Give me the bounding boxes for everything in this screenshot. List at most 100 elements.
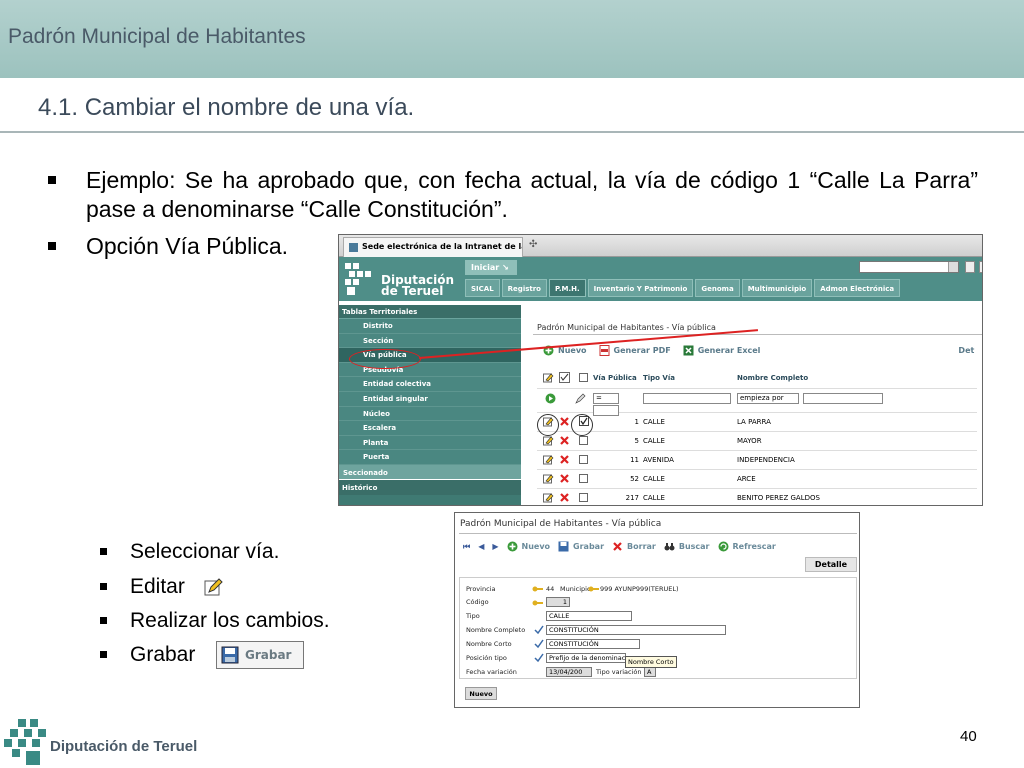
edit-icon[interactable]: [543, 473, 554, 484]
bullet-square: [100, 617, 107, 624]
title-divider: [0, 131, 1024, 133]
table-row[interactable]: 11 AVENIDA INDEPENDENCIA: [537, 451, 977, 470]
filter-op-select[interactable]: =: [593, 393, 619, 404]
col-nombre-completo[interactable]: Nombre Completo: [737, 374, 808, 382]
edit-icon: [204, 578, 223, 596]
posicion-select[interactable]: Prefijo de la denominac: [546, 653, 626, 663]
app-logo-text: Diputación de Teruel: [381, 274, 454, 297]
grabar-label: Grabar: [245, 648, 292, 662]
delete-icon[interactable]: [559, 492, 570, 503]
iniciar-button[interactable]: Iniciar ↘: [465, 260, 517, 275]
tipo-select[interactable]: CALLE: [546, 611, 632, 621]
content-panel: Padrón Municipal de Habitantes - Vía púb…: [521, 305, 982, 505]
top-small-button[interactable]: [979, 261, 982, 273]
row-checkbox[interactable]: [579, 493, 588, 502]
edit-icon[interactable]: [543, 454, 554, 465]
browser-tab-title: Sede electrónica de la Intranet de la...: [362, 242, 523, 251]
nav-tab-genoma[interactable]: Genoma: [695, 279, 740, 297]
row-tipo: CALLE: [643, 475, 665, 483]
sidebar-item-historico[interactable]: Histórico: [339, 479, 521, 495]
row-checkbox[interactable]: [579, 455, 588, 464]
list-toolbar: Nuevo Generar PDF Generar Excel Det: [543, 345, 974, 356]
col-via-publica[interactable]: Vía Pública: [593, 374, 637, 382]
header-checkbox[interactable]: [579, 373, 588, 382]
generar-excel-button[interactable]: Generar Excel: [683, 345, 760, 356]
sidebar-item-nucleo[interactable]: Núcleo: [339, 406, 521, 422]
header-select-all-icon[interactable]: [559, 372, 570, 383]
generar-pdf-button[interactable]: Generar PDF: [599, 345, 671, 356]
nav-tab-multimunicipio[interactable]: Multimunicipio: [741, 279, 813, 297]
favicon-icon: [349, 243, 358, 252]
browser-tab[interactable]: Sede electrónica de la Intranet de la...: [343, 237, 523, 257]
nombre-corto-input[interactable]: CONSTITUCIÓN: [546, 639, 640, 649]
provincia-label: Provincia: [466, 585, 496, 593]
sidebar-item-seccionado[interactable]: Seccionado: [339, 464, 521, 480]
tipo-label: Tipo: [466, 612, 480, 620]
delete-icon[interactable]: [559, 454, 570, 465]
bullet-square: [100, 651, 107, 658]
sub-bullet-edit: Editar: [100, 575, 223, 599]
validate-check-icon: [534, 653, 544, 663]
detalle-link-partial[interactable]: Det: [958, 345, 974, 356]
row-checkbox[interactable]: [579, 436, 588, 445]
sidebar-item-entidad-colectiva[interactable]: Entidad colectiva: [339, 377, 521, 392]
grabar-button[interactable]: Grabar: [558, 541, 604, 552]
nombre-completo-input[interactable]: CONSTITUCIÓN: [546, 625, 726, 635]
top-select[interactable]: [859, 261, 959, 273]
col-tipo-via[interactable]: Tipo Vía: [643, 374, 675, 382]
nav-tab-sical[interactable]: SICAL: [465, 279, 500, 297]
prev-record-icon[interactable]: ◀: [478, 542, 484, 551]
delete-icon[interactable]: [559, 435, 570, 446]
filter-match-select[interactable]: empieza por: [737, 393, 799, 404]
sidebar-item-planta[interactable]: Planta: [339, 435, 521, 451]
delete-icon[interactable]: [559, 416, 570, 427]
sub-bullet-text: Editar: [130, 575, 185, 598]
floppy-icon: [221, 646, 239, 664]
row-nombre: BENITO PEREZ GALDOS: [737, 494, 820, 502]
first-record-icon[interactable]: ⏮: [463, 542, 470, 552]
tab-detalle[interactable]: Detalle: [805, 557, 857, 572]
annotation-circle-edit: [537, 414, 559, 436]
pencil-icon[interactable]: [575, 393, 586, 404]
next-record-icon[interactable]: ▶: [492, 542, 498, 551]
top-small-button[interactable]: [965, 261, 975, 273]
header-brand: Padrón Municipal de Habitantes: [8, 25, 306, 48]
refrescar-button[interactable]: Refrescar: [718, 541, 776, 552]
sidebar-item-seccion[interactable]: Sección: [339, 333, 521, 349]
bullet-square: [100, 583, 107, 590]
sidebar-item-puerta[interactable]: Puerta: [339, 450, 521, 465]
play-filter-icon[interactable]: [545, 393, 556, 404]
edit-icon[interactable]: [543, 492, 554, 503]
table-row[interactable]: 1 CALLE LA PARRA: [537, 413, 977, 432]
nav-tab-pmh[interactable]: P.M.H.: [549, 279, 586, 297]
table-row[interactable]: 217 CALLE BENITO PEREZ GALDOS: [537, 489, 977, 505]
bullet-option: Opción Vía Pública.: [48, 232, 288, 261]
edit-icon[interactable]: [543, 435, 554, 446]
sub-bullet-text: Seleccionar vía.: [130, 540, 280, 563]
nav-tab-registro[interactable]: Registro: [501, 279, 547, 297]
buscar-label: Buscar: [678, 542, 710, 551]
table-row[interactable]: 52 CALLE ARCE: [537, 470, 977, 489]
row-checkbox[interactable]: [579, 474, 588, 483]
delete-icon[interactable]: [559, 473, 570, 484]
municipio-label: Municipio: [560, 585, 591, 593]
annotation-ellipse-via-publica: [349, 349, 421, 369]
nav-tab-inventario[interactable]: Inventario Y Patrimonio: [587, 279, 694, 297]
sidebar-item-distrito[interactable]: Distrito: [339, 319, 521, 334]
new-tab-icon[interactable]: ✣: [529, 239, 543, 253]
nav-tab-admon[interactable]: Admon Electrónica: [814, 279, 901, 297]
borrar-button[interactable]: Borrar: [612, 541, 656, 552]
filter-nombre-input[interactable]: [803, 393, 883, 404]
nuevo-button[interactable]: Nuevo: [507, 541, 550, 552]
nuevo-form-button[interactable]: Nuevo: [465, 687, 497, 700]
sub-bullet-text: Realizar los cambios.: [130, 609, 330, 632]
refrescar-label: Refrescar: [732, 542, 776, 551]
sidebar-item-escalera[interactable]: Escalera: [339, 421, 521, 436]
table-row[interactable]: 5 CALLE MAYOR: [537, 432, 977, 451]
buscar-button[interactable]: Buscar: [664, 541, 710, 552]
sidebar-item-entidad-singular[interactable]: Entidad singular: [339, 391, 521, 407]
sidebar-header[interactable]: Tablas Territoriales: [339, 305, 521, 319]
provincia-value: 44: [546, 585, 555, 593]
filter-tipo-select[interactable]: [643, 393, 731, 404]
borrar-label: Borrar: [627, 542, 656, 551]
